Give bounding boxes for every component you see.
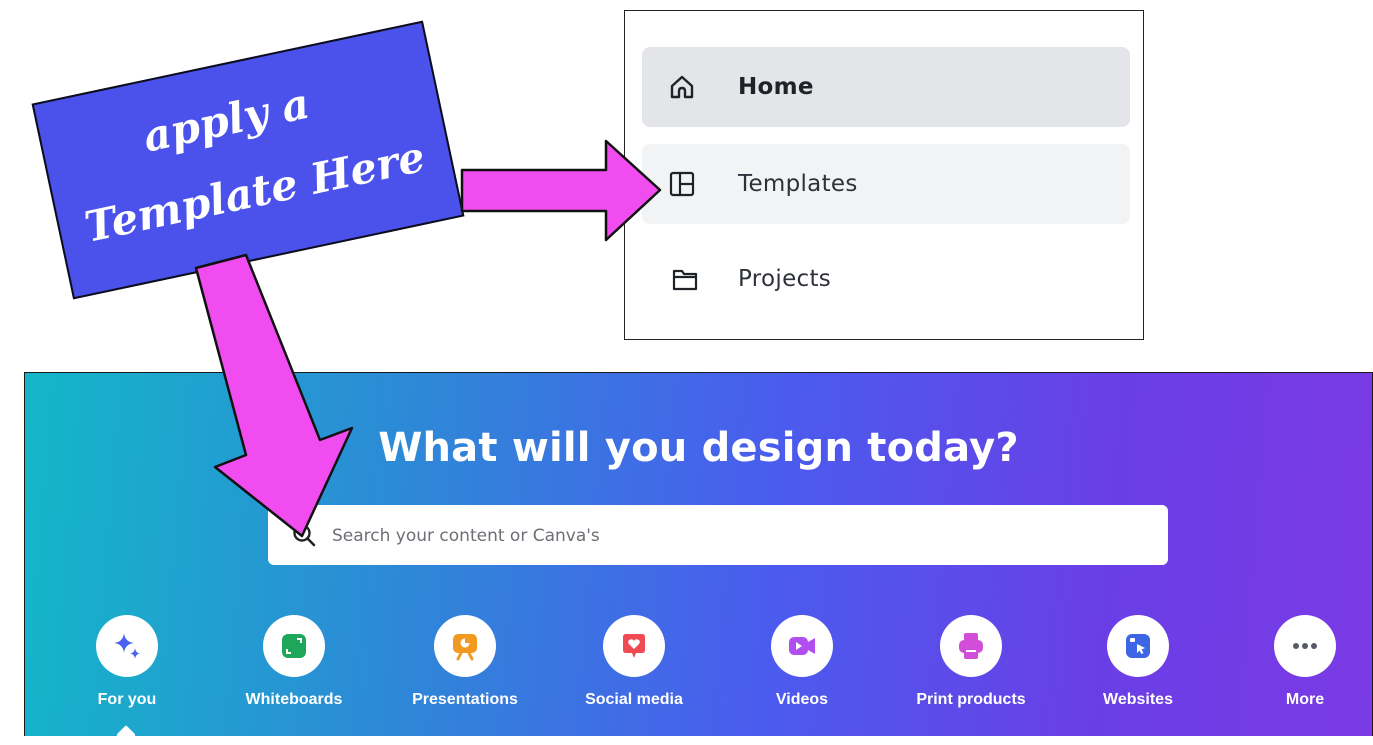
templates-icon: [669, 171, 695, 197]
sidebar-item-projects[interactable]: Projects: [642, 239, 1130, 319]
category-label: Videos: [775, 691, 829, 708]
sidebar-panel: Home Templates Projects: [624, 10, 1144, 340]
design-banner: What will you design today? For you Whit…: [24, 372, 1373, 745]
category-social-media[interactable]: Social media: [569, 615, 699, 709]
category-circle[interactable]: [1107, 615, 1169, 677]
category-circle[interactable]: [96, 615, 158, 677]
heart-icon: [623, 634, 645, 658]
category-whiteboards[interactable]: Whiteboards: [229, 615, 359, 709]
category-label: More: [1285, 691, 1325, 708]
selected-category-indicator: [116, 725, 136, 745]
category-circle[interactable]: [263, 615, 325, 677]
category-presentations[interactable]: Presentations: [400, 615, 530, 709]
presentation-icon: [453, 634, 477, 661]
printer-icon: [959, 633, 983, 659]
category-more[interactable]: More: [1240, 615, 1370, 709]
whiteboard-icon: [282, 634, 306, 658]
folder-icon: [672, 269, 698, 291]
sidebar-item-templates[interactable]: Templates: [642, 144, 1130, 224]
category-circle[interactable]: [603, 615, 665, 677]
category-label: Whiteboards: [245, 691, 343, 708]
banner-title: What will you design today?: [378, 425, 1019, 471]
category-print-products[interactable]: Print products: [906, 615, 1036, 709]
category-label: Print products: [916, 691, 1026, 708]
category-circle[interactable]: [771, 615, 833, 677]
video-icon: [789, 637, 815, 655]
search-icon: [293, 524, 316, 547]
sidebar-item-label: Projects: [738, 266, 832, 292]
search-input[interactable]: [330, 505, 1134, 567]
category-label: For you: [97, 691, 157, 708]
category-label: Presentations: [412, 691, 518, 708]
sidebar-item-label: Home: [738, 74, 814, 100]
sidebar-item-label: Templates: [738, 171, 858, 197]
more-icon: [1293, 643, 1317, 649]
sparkle-icon: [114, 633, 140, 659]
website-icon: [1126, 634, 1150, 658]
category-for-you[interactable]: For you: [62, 615, 192, 709]
category-videos[interactable]: Videos: [737, 615, 867, 709]
category-circle[interactable]: [940, 615, 1002, 677]
category-circle[interactable]: [434, 615, 496, 677]
search-bar[interactable]: [268, 505, 1168, 567]
category-circle[interactable]: [1274, 615, 1336, 677]
category-label: Social media: [585, 691, 683, 708]
category-websites[interactable]: Websites: [1073, 615, 1203, 709]
home-icon: [670, 75, 694, 99]
annotation-sign: apply a Template Here: [31, 20, 465, 300]
sidebar-item-home[interactable]: Home: [642, 47, 1130, 127]
category-label: Websites: [1103, 691, 1173, 708]
